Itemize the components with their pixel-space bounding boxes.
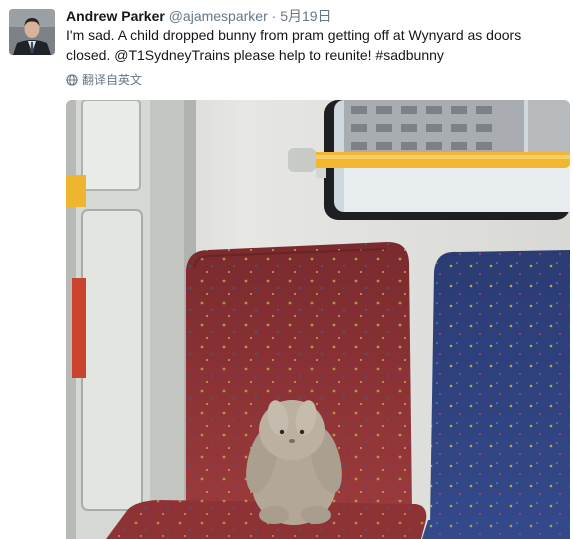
train-seat-photo [66, 100, 570, 539]
header-separator: · [271, 8, 277, 24]
translate-label: 翻译自英文 [82, 73, 143, 87]
author-handle[interactable]: @ajamesparker [169, 8, 268, 24]
tweet-text: I'm sad. A child dropped bunny from pram… [66, 27, 522, 63]
author-name[interactable]: Andrew Parker [66, 8, 165, 24]
avatar-image [9, 9, 55, 55]
translate-link[interactable]: 翻译自英文 [66, 72, 142, 88]
tweet-header: Andrew Parker @ajamesparker · 5月19日 [66, 7, 332, 25]
tweet-photo[interactable] [66, 100, 570, 539]
globe-icon [66, 74, 78, 86]
author-avatar[interactable] [9, 9, 55, 55]
tweet-date[interactable]: 5月19日 [280, 8, 331, 24]
